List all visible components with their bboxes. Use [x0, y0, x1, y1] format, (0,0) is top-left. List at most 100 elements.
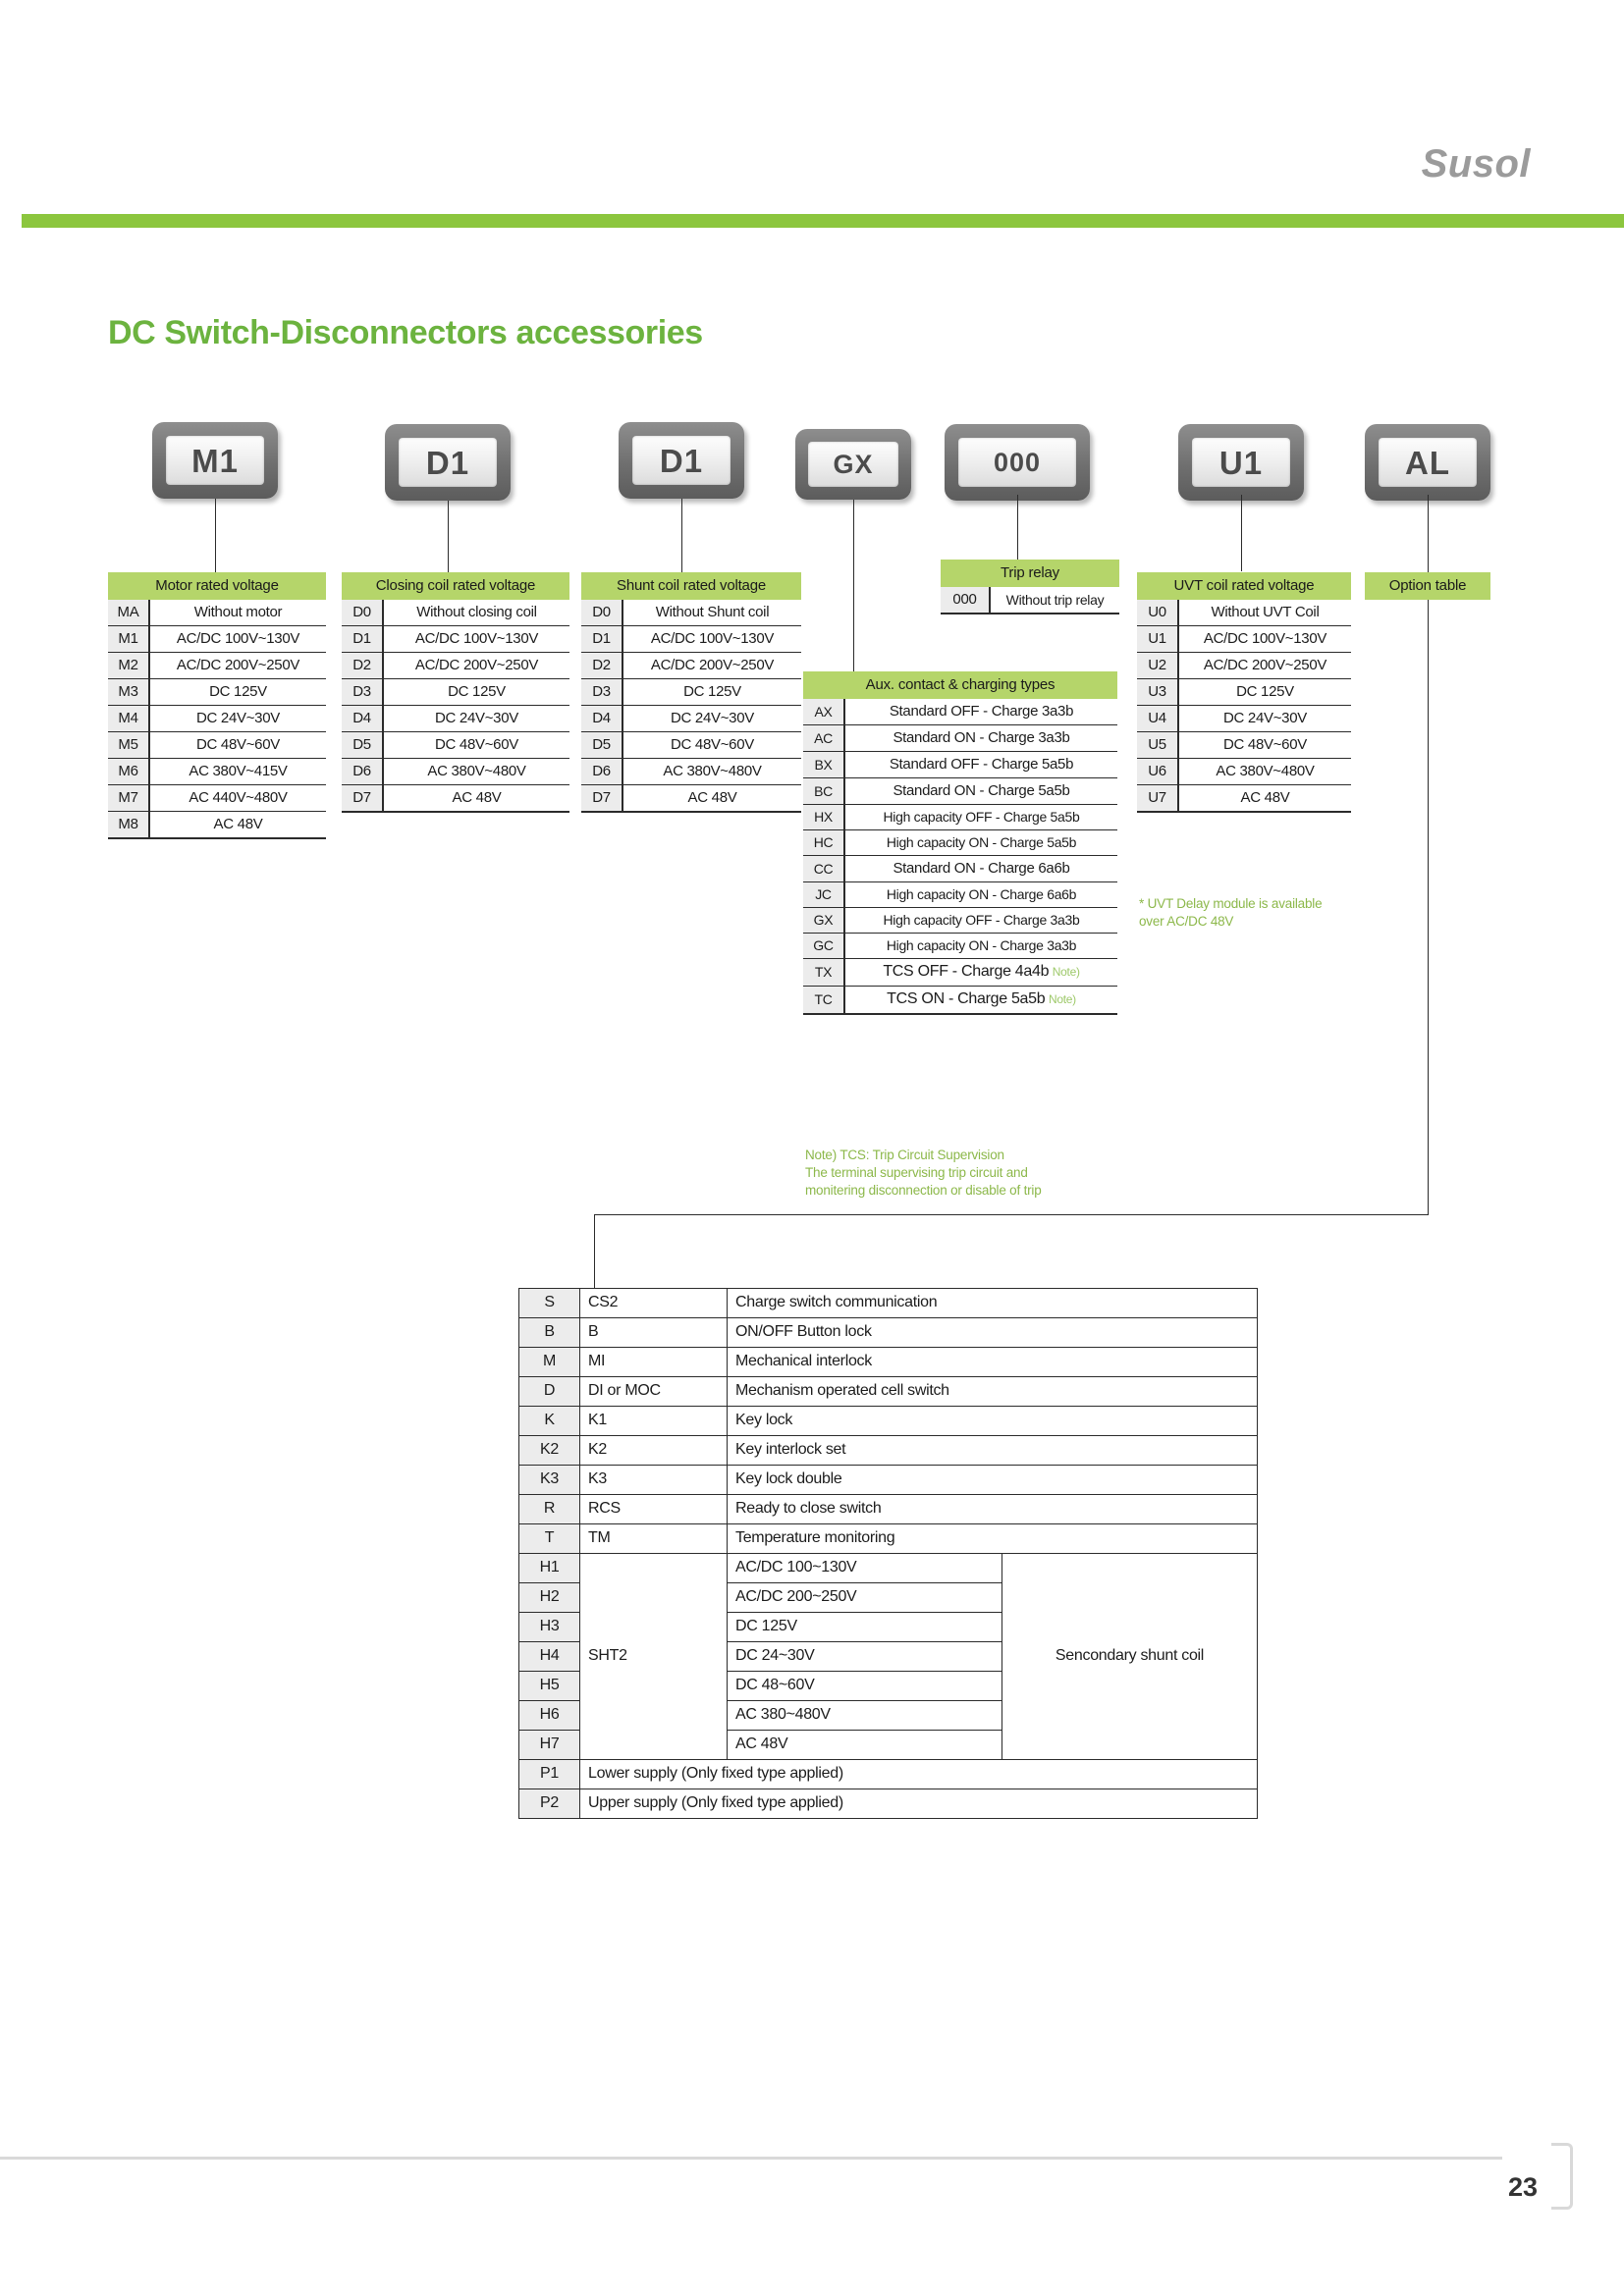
row-desc: AC/DC 200V~250V [1178, 652, 1351, 679]
row-desc: Standard ON - Charge 5a5b [844, 777, 1117, 805]
row-key: H3 [518, 1612, 580, 1642]
row-code: D7 [342, 784, 384, 813]
header-green-rule [0, 214, 1624, 228]
table-row: CC Standard ON - Charge 6a6b [803, 855, 1117, 882]
table-header: UVT coil rated voltage [1137, 572, 1351, 600]
row-desc: AC 380V~480V [383, 758, 569, 785]
row-code: M6 [108, 758, 150, 785]
chip-000: 000 [945, 424, 1090, 501]
row-desc: DC 24V~30V [1178, 705, 1351, 732]
row-code: D6 [581, 758, 623, 785]
table-row: AX Standard OFF - Charge 3a3b [803, 699, 1117, 725]
table-row: K2 K2 Key interlock set [518, 1435, 1258, 1466]
table-row: M MI Mechanical interlock [518, 1347, 1258, 1377]
table-motor-rated-voltage: Motor rated voltage MA Without motor M1 AC… [108, 572, 326, 839]
table-row: K3 K3 Key lock double [518, 1465, 1258, 1495]
row-volt: DC 48~60V [727, 1671, 1002, 1701]
table-option-details: S CS2 Charge switch communication B B ON… [518, 1288, 1258, 1819]
row-mid: DI or MOC [579, 1376, 728, 1407]
row-desc: AC 380V~480V [1178, 758, 1351, 785]
row-desc: AC 48V [623, 784, 801, 813]
table-row: GX High capacity OFF - Charge 3a3b [803, 907, 1117, 934]
row-desc: DC 48V~60V [149, 731, 326, 759]
row-desc: Ready to close switch [727, 1494, 1258, 1524]
table-row: D2 AC/DC 200V~250V [581, 652, 801, 679]
row-code: M5 [108, 731, 150, 759]
document-page: Susol DC Switch-Disconnectors accessorie… [0, 0, 1624, 2296]
row-desc: AC 380V~480V [623, 758, 801, 785]
table-row: M7 AC 440V~480V [108, 784, 326, 812]
chip-label: GX [833, 449, 874, 479]
row-desc: AC 380V~415V [149, 758, 326, 785]
table-row: TX TCS OFF - Charge 4a4b Note) [803, 958, 1117, 987]
table-header: Motor rated voltage [108, 572, 326, 600]
row-code: U4 [1137, 705, 1179, 732]
chip-inner: AL [1379, 438, 1477, 487]
row-volt: AC 380~480V [727, 1700, 1002, 1731]
row-key: R [518, 1494, 580, 1524]
table-row: U0 Without UVT Coil [1137, 600, 1351, 626]
row-mid: K3 [579, 1465, 728, 1495]
table-row: R RCS Ready to close switch [518, 1494, 1258, 1524]
table-header: Trip relay [941, 560, 1119, 587]
row-desc: Without trip relay [990, 587, 1119, 614]
table-row: U3 DC 125V [1137, 678, 1351, 706]
row-desc: DC 48V~60V [383, 731, 569, 759]
chip-m1: M1 [152, 422, 278, 499]
row-key: H4 [518, 1641, 580, 1672]
table-row: JC High capacity ON - Charge 6a6b [803, 881, 1117, 908]
row-volt: AC/DC 100~130V [727, 1553, 1002, 1583]
chip-label: D1 [659, 442, 704, 479]
row-desc: Standard ON - Charge 6a6b [844, 855, 1117, 882]
row-desc: Key lock double [727, 1465, 1258, 1495]
row-code: MA [108, 600, 150, 626]
page-number: 23 [1507, 2172, 1538, 2202]
row-mid: B [579, 1317, 728, 1348]
table-row: M1 AC/DC 100V~130V [108, 625, 326, 653]
row-desc-text: TCS ON - Charge 5a5b [887, 990, 1046, 1007]
footer-divider [0, 2157, 1502, 2160]
row-desc: AC/DC 200V~250V [623, 652, 801, 679]
row-desc: High capacity OFF - Charge 3a3b [844, 907, 1117, 934]
table-row: BC Standard ON - Charge 5a5b [803, 777, 1117, 805]
row-code: M8 [108, 811, 150, 839]
row-code: M1 [108, 625, 150, 653]
connector-u1 [1241, 495, 1242, 571]
table-row: D0 Without closing coil [342, 600, 569, 626]
row-desc: TCS ON - Charge 5a5b Note) [844, 986, 1117, 1015]
row-desc: AC/DC 100V~130V [1178, 625, 1351, 653]
row-desc: ON/OFF Button lock [727, 1317, 1258, 1348]
row-desc: Standard OFF - Charge 5a5b [844, 751, 1117, 778]
table-body: U0 Without UVT Coil U1 AC/DC 100V~130V U2 A… [1137, 600, 1351, 813]
sht2-note: Sencondary shunt coil [1001, 1553, 1258, 1760]
table-body: D0 Without Shunt coil D1 AC/DC 100V~130V D… [581, 600, 801, 813]
row-code: BC [803, 777, 845, 805]
connector-d1-closing [448, 501, 449, 572]
table-body: D0 Without closing coil D1 AC/DC 100V~130V… [342, 600, 569, 813]
row-mid: CS2 [579, 1288, 728, 1318]
chip-label: AL [1405, 444, 1450, 481]
table-row: D6 AC 380V~480V [342, 758, 569, 785]
table-header: Option table [1365, 572, 1490, 600]
table-row: D4 DC 24V~30V [581, 705, 801, 732]
row-key: H7 [518, 1730, 580, 1760]
row-code: TX [803, 958, 845, 987]
row-code: D2 [342, 652, 384, 679]
table-row: D7 AC 48V [581, 784, 801, 813]
row-code: CC [803, 855, 845, 882]
row-desc: AC 48V [383, 784, 569, 813]
row-desc: Key interlock set [727, 1435, 1258, 1466]
row-desc: Standard OFF - Charge 3a3b [844, 699, 1117, 725]
row-mid: MI [579, 1347, 728, 1377]
row-code: HC [803, 829, 845, 856]
row-volt: DC 125V [727, 1612, 1002, 1642]
table-row: MA Without motor [108, 600, 326, 626]
row-desc: AC 48V [149, 811, 326, 839]
row-key: H1 [518, 1553, 580, 1583]
page-title: DC Switch-Disconnectors accessories [108, 314, 703, 351]
row-note-tag: Note) [1052, 965, 1080, 979]
row-code: TC [803, 986, 845, 1015]
table-row: D7 AC 48V [342, 784, 569, 813]
table-row: M3 DC 125V [108, 678, 326, 706]
table-row: T TM Temperature monitoring [518, 1523, 1258, 1554]
